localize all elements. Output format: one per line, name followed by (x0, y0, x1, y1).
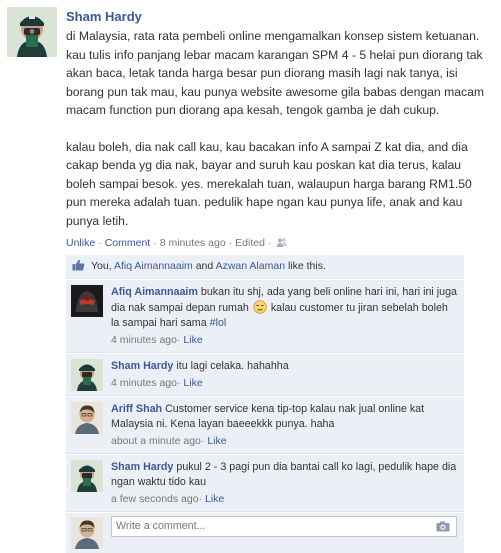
comment-like-link[interactable]: Like (207, 435, 226, 447)
comment-input-placeholder: Write a comment... (116, 520, 206, 532)
edited-label[interactable]: Edited (235, 237, 265, 249)
comment-like-link[interactable]: Like (183, 334, 202, 346)
comment-like-link[interactable]: Like (183, 377, 202, 389)
separator: · (200, 435, 205, 447)
feedback-panel: You, Afiq Aimannaaim and Azwan Alaman li… (66, 255, 464, 553)
comment-item: Ariff Shah Customer service kena tip-top … (66, 396, 464, 454)
post-paragraph: kalau boleh, dia nak call kau, kau bacak… (66, 139, 472, 228)
separator: · (228, 237, 233, 249)
post-message: di Malaysia, rata rata pembeli online me… (66, 27, 494, 230)
comment-input[interactable]: Write a comment... (111, 516, 457, 537)
like-sentence: You, Afiq Aimannaaim and Azwan Alaman li… (66, 255, 464, 279)
liker-name[interactable]: Azwan Alaman (216, 260, 285, 272)
separator: · (267, 237, 272, 249)
author-avatar[interactable] (7, 7, 57, 57)
comment-body: itu lagi celaka. hahahha (176, 360, 289, 372)
comment-author[interactable]: Sham Hardy (111, 360, 173, 372)
comment-text: Sham Hardy itu lagi celaka. hahahha (111, 359, 458, 374)
commenter-avatar[interactable] (71, 285, 103, 317)
post-actions: Unlike · Comment · 8 minutes ago · Edited · (66, 236, 494, 250)
commenter-avatar[interactable] (71, 359, 103, 391)
comment-meta: 4 minutes ago· Like (111, 332, 458, 348)
likes-you: You, (91, 260, 112, 272)
liker-name[interactable]: Afiq Aimannaaim (114, 260, 193, 272)
comment-text: Afiq Aimannaaim bukan itu shj, ada yang b… (111, 285, 458, 331)
comment-meta: a few seconds ago· Like (111, 491, 458, 507)
comment-timestamp[interactable]: 4 minutes ago (111, 377, 177, 389)
comment-item: Sham Hardy pukul 2 - 3 pagi pun dia banta… (66, 454, 464, 512)
separator: · (198, 493, 203, 505)
comment-text: Sham Hardy pukul 2 - 3 pagi pun dia banta… (111, 460, 458, 490)
comment-timestamp[interactable]: 4 minutes ago (111, 334, 177, 346)
comment-meta: about a minute ago· Like (111, 433, 458, 449)
comment-author[interactable]: Afiq Aimannaaim (111, 286, 198, 298)
comment-item: Afiq Aimannaaim bukan itu shj, ada yang b… (66, 279, 464, 353)
likes-suffix: like this. (287, 260, 326, 272)
people-icon[interactable] (276, 238, 287, 247)
viewer-avatar (71, 517, 103, 549)
comment-timestamp[interactable]: a few seconds ago (111, 493, 199, 505)
comment-meta: 4 minutes ago· Like (111, 375, 458, 391)
camera-icon[interactable] (436, 521, 450, 532)
comment-item: Sham Hardy itu lagi celaka. hahahha 4 min… (66, 353, 464, 396)
commenter-avatar[interactable] (71, 460, 103, 492)
comment-author[interactable]: Ariff Shah (111, 403, 162, 415)
thumbs-up-icon (72, 259, 85, 271)
separator: · (176, 377, 181, 389)
likes-and: and (195, 260, 214, 272)
separator: · (153, 237, 157, 249)
post-timestamp[interactable]: 8 minutes ago (160, 237, 226, 249)
comment-timestamp[interactable]: about a minute ago (111, 435, 201, 447)
separator: · (176, 334, 181, 346)
hashtag-link[interactable]: #lol (210, 317, 227, 329)
commenter-avatar[interactable] (71, 402, 103, 434)
comment-link[interactable]: Comment (105, 237, 151, 249)
unamused-face-icon (253, 300, 267, 314)
comment-like-link[interactable]: Like (205, 493, 224, 505)
post-author-name[interactable]: Sham Hardy (66, 8, 494, 26)
unlike-link[interactable]: Unlike (66, 237, 95, 249)
comment-author[interactable]: Sham Hardy (111, 461, 173, 473)
separator: · (98, 237, 102, 249)
comment-text: Ariff Shah Customer service kena tip-top … (111, 402, 458, 432)
post-paragraph: di Malaysia, rata rata pembeli online me… (66, 29, 485, 117)
